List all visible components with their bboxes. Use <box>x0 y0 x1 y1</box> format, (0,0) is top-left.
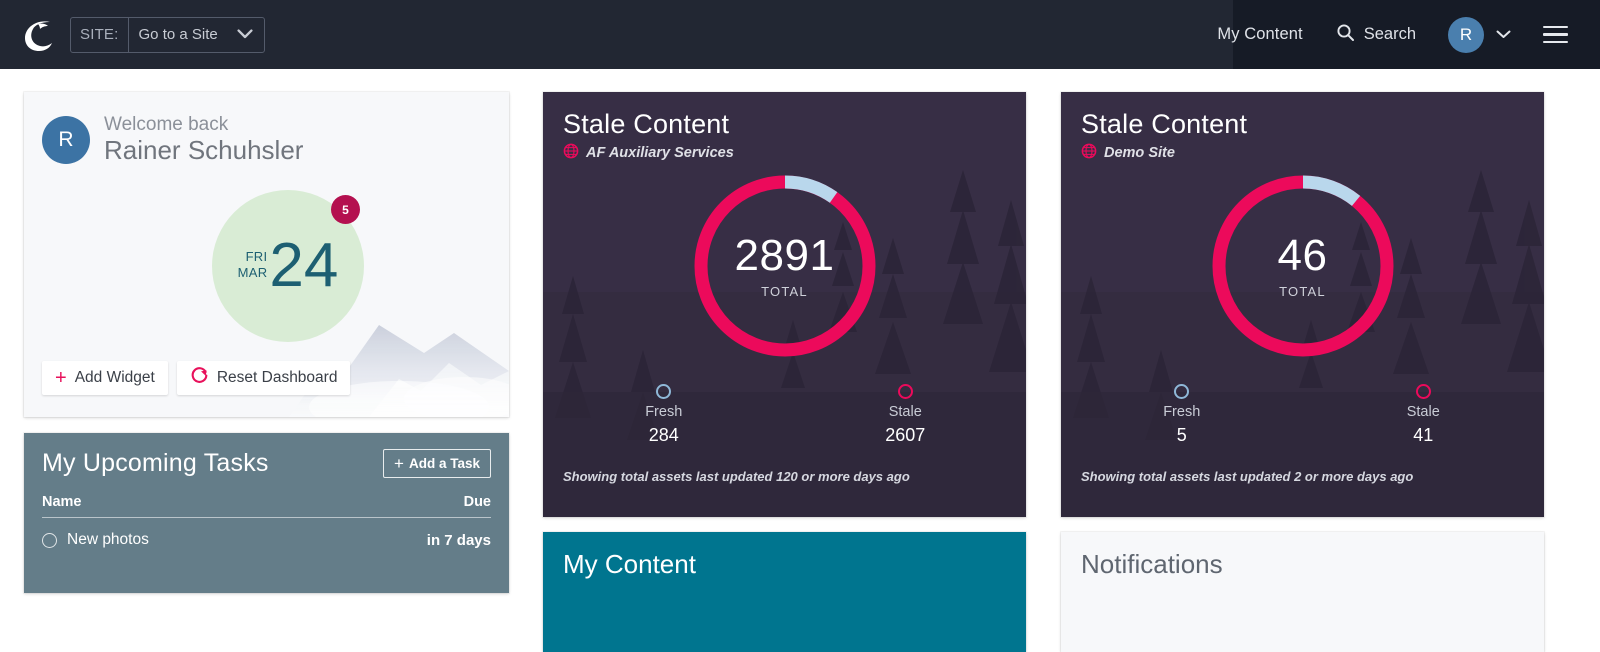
stale-content-inner-2: Stale Content Demo Site 46 TOTAL <box>1061 92 1544 517</box>
hamburger-line <box>1543 26 1568 29</box>
donut-total-value: 46 <box>1278 234 1328 278</box>
nav-my-content[interactable]: My Content <box>1200 25 1319 44</box>
widget-subtitle: Demo Site <box>1081 143 1524 163</box>
tasks-col-name: Name <box>42 494 82 510</box>
dashboard-column-left: R Welcome back Rainer Schuhsler FRI MAR … <box>24 92 509 593</box>
legend-value-stale: 41 <box>1413 425 1433 446</box>
stale-content-widget-1: Stale Content AF Auxiliary Services 2891… <box>543 92 1026 517</box>
welcome-header: R Welcome back Rainer Schuhsler <box>24 92 509 166</box>
task-name-cell: New photos <box>42 531 149 549</box>
legend-value-fresh: 284 <box>649 425 679 446</box>
reset-dashboard-label: Reset Dashboard <box>217 369 338 387</box>
table-row[interactable]: New photos in 7 days <box>42 518 491 549</box>
stale-ring-icon <box>1416 384 1431 399</box>
tasks-table-header: Name Due <box>42 494 491 518</box>
reset-dashboard-button[interactable]: Reset Dashboard <box>177 361 351 395</box>
refresh-icon <box>190 366 209 390</box>
donut-legend-2: Fresh 5 Stale 41 <box>1061 384 1544 446</box>
my-content-widget: My Content <box>543 532 1026 652</box>
stale-donut-chart-1: 2891 TOTAL <box>689 170 881 362</box>
welcome-widget: R Welcome back Rainer Schuhsler FRI MAR … <box>24 92 509 417</box>
globe-icon <box>563 143 579 163</box>
notifications-widget: Notifications <box>1061 532 1544 652</box>
widget-subtitle: AF Auxiliary Services <box>563 143 1006 163</box>
task-due-label: in 7 days <box>427 532 491 549</box>
widget-title: Stale Content <box>563 110 1006 140</box>
tasks-title: My Upcoming Tasks <box>42 449 269 478</box>
date-inner: FRI MAR 24 <box>238 239 339 292</box>
add-widget-button[interactable]: + Add Widget <box>42 361 168 395</box>
task-checkbox-icon[interactable] <box>42 533 57 548</box>
site-selector-value: Go to a Site <box>129 18 264 52</box>
task-name-label: New photos <box>67 531 149 549</box>
dashboard-body: R Welcome back Rainer Schuhsler FRI MAR … <box>0 69 1600 590</box>
tasks-header: My Upcoming Tasks + Add a Task <box>42 449 491 478</box>
welcome-user-name: Rainer Schuhsler <box>104 136 303 166</box>
date-day-of-week: FRI <box>238 250 268 264</box>
legend-label-stale: Stale <box>889 404 922 420</box>
widget-footnote: Showing total assets last updated 120 or… <box>563 469 910 484</box>
legend-item-fresh: Fresh 5 <box>1061 384 1303 446</box>
plus-icon: + <box>55 368 67 388</box>
date-month: MAR <box>238 266 268 280</box>
welcome-greeting: Welcome back <box>104 114 303 136</box>
welcome-text-block: Welcome back Rainer Schuhsler <box>104 114 303 166</box>
topbar-right-nav: My Content Search R <box>1200 0 1600 69</box>
hamburger-menu-icon[interactable] <box>1521 26 1582 44</box>
stale-content-inner-1: Stale Content AF Auxiliary Services 2891… <box>543 92 1026 517</box>
add-widget-label: Add Widget <box>75 369 155 387</box>
user-menu[interactable]: R <box>1432 17 1521 53</box>
site-selector[interactable]: SITE: Go to a Site <box>70 17 265 53</box>
top-navigation-bar: SITE: Go to a Site My Content Search R <box>0 0 1600 69</box>
avatar: R <box>1448 17 1484 53</box>
widget-footnote: Showing total assets last updated 2 or m… <box>1081 469 1413 484</box>
donut-center-1: 2891 TOTAL <box>689 170 881 362</box>
dashboard-column-right: Stale Content Demo Site 46 TOTAL <box>1061 92 1544 652</box>
widget-title: Notifications <box>1081 549 1524 580</box>
donut-total-label: TOTAL <box>1279 284 1326 299</box>
donut-total-label: TOTAL <box>761 284 808 299</box>
site-selector-label: SITE: <box>71 18 129 52</box>
site-name-label: AF Auxiliary Services <box>586 145 734 161</box>
stale-ring-icon <box>898 384 913 399</box>
plus-icon: + <box>394 455 404 472</box>
date-widget[interactable]: FRI MAR 24 5 <box>212 190 364 342</box>
welcome-actions: + Add Widget Reset Dashboard <box>42 361 350 395</box>
date-day-number: 24 <box>269 239 338 292</box>
dashboard-column-middle: Stale Content AF Auxiliary Services 2891… <box>543 92 1026 652</box>
globe-icon <box>1081 143 1097 163</box>
tasks-col-due: Due <box>464 494 491 510</box>
legend-value-stale: 2607 <box>885 425 925 446</box>
avatar: R <box>42 116 90 164</box>
legend-item-fresh: Fresh 284 <box>543 384 785 446</box>
legend-label-fresh: Fresh <box>645 404 682 420</box>
chevron-down-icon <box>1496 26 1511 44</box>
donut-legend-1: Fresh 284 Stale 2607 <box>543 384 1026 446</box>
fresh-ring-icon <box>656 384 671 399</box>
add-task-button[interactable]: + Add a Task <box>383 449 491 478</box>
nav-search[interactable]: Search <box>1320 23 1432 47</box>
widget-title: Stale Content <box>1081 110 1524 140</box>
donut-center-2: 46 TOTAL <box>1207 170 1399 362</box>
donut-total-value: 2891 <box>735 234 835 278</box>
legend-item-stale: Stale 41 <box>1303 384 1545 446</box>
search-icon <box>1336 23 1355 47</box>
widget-title: My Content <box>563 549 1006 580</box>
legend-value-fresh: 5 <box>1177 425 1187 446</box>
date-month-day-block: FRI MAR <box>238 250 268 282</box>
site-name-label: Demo Site <box>1104 145 1175 161</box>
date-event-count-badge: 5 <box>331 195 360 224</box>
fresh-ring-icon <box>1174 384 1189 399</box>
stale-content-widget-2: Stale Content Demo Site 46 TOTAL <box>1061 92 1544 517</box>
legend-label-fresh: Fresh <box>1163 404 1200 420</box>
upcoming-tasks-widget: My Upcoming Tasks + Add a Task Name Due … <box>24 433 509 593</box>
legend-label-stale: Stale <box>1407 404 1440 420</box>
nav-search-label: Search <box>1364 25 1416 44</box>
hamburger-line <box>1543 41 1568 44</box>
legend-item-stale: Stale 2607 <box>785 384 1027 446</box>
add-task-label: Add a Task <box>409 456 480 471</box>
stale-donut-chart-2: 46 TOTAL <box>1207 170 1399 362</box>
moon-logo[interactable] <box>8 15 66 55</box>
hamburger-line <box>1543 33 1568 36</box>
